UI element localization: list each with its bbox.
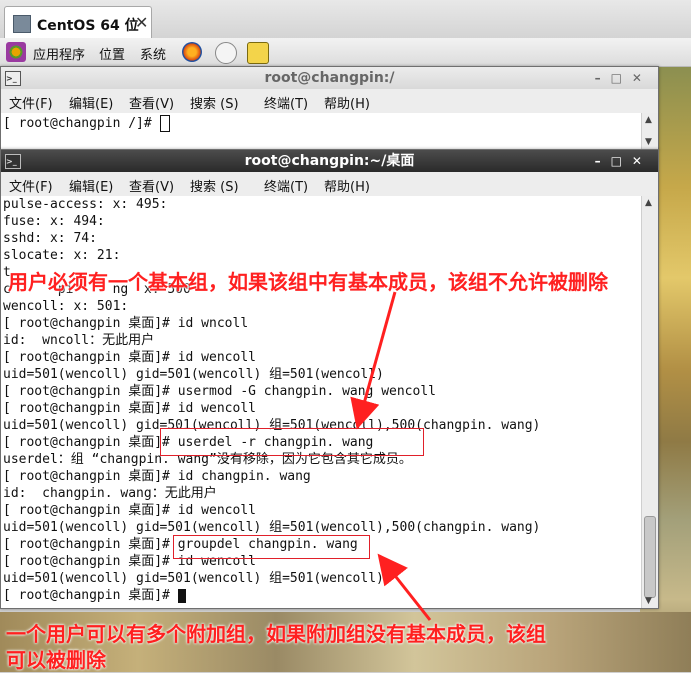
back-terminal-menubar: 文件(F) 编辑(E) 查看(V) 搜索 (S) 终端(T) 帮助(H) xyxy=(1,89,658,114)
terminal-line: [ root@changpin 桌面]# id changpin. wang xyxy=(3,469,311,484)
terminal-line: [ root@changpin /]# xyxy=(3,115,170,132)
vm-icon xyxy=(13,15,31,33)
terminal-line: fuse: x: 494: xyxy=(3,214,105,229)
terminal-line: [ root@changpin 桌面]# id wencoll xyxy=(3,350,256,365)
mail-clock-icon[interactable] xyxy=(215,42,237,64)
scroll-down-icon[interactable]: ▼ xyxy=(645,137,652,147)
gnome-foot-icon xyxy=(6,42,26,62)
terminal-line: [ root@changpin 桌面]# id wencoll xyxy=(3,503,256,518)
window-controls[interactable]: –□✕ xyxy=(595,150,652,172)
scrollbar-thumb[interactable] xyxy=(644,516,656,598)
highlight-box-groupdel xyxy=(173,535,370,559)
annotation-bottom-line1: 一个用户可以有多个附加组，如果附加组没有基本成员，该组 xyxy=(6,622,546,646)
menu-view[interactable]: 查看(V) xyxy=(129,176,174,195)
terminal-line: wencoll: x: 501: xyxy=(3,299,129,314)
terminal-line: sshd: x: 74: xyxy=(3,231,97,246)
terminal-line: id: changpin. wang：无此用户 xyxy=(3,486,217,501)
menu-search[interactable]: 搜索 (S) xyxy=(190,176,239,195)
menu-search[interactable]: 搜索 (S) xyxy=(190,93,239,112)
menu-file[interactable]: 文件(F) xyxy=(9,93,53,112)
annotation-top: 用户必须有一个基本组，如果该组中有基本成员，该组不允许被删除 xyxy=(8,270,608,294)
menu-help[interactable]: 帮助(H) xyxy=(324,93,370,112)
scroll-down-icon[interactable]: ▼ xyxy=(645,596,652,606)
scroll-up-icon[interactable]: ▲ xyxy=(645,115,652,125)
menu-system[interactable]: 系统 xyxy=(140,44,166,63)
terminal-line: uid=501(wencoll) gid=501(wencoll) 组=501(… xyxy=(3,367,384,382)
terminal-line: [ root@changpin 桌面]# id wncoll xyxy=(3,316,249,331)
back-terminal-window[interactable]: >_ root@changpin:/ –□✕ 文件(F) 编辑(E) 查看(V)… xyxy=(0,66,659,150)
menu-places[interactable]: 位置 xyxy=(99,44,125,63)
back-terminal-title: root@changpin:/ xyxy=(264,70,395,86)
terminal-line: [ root@changpin 桌面]# xyxy=(3,587,186,604)
cursor xyxy=(159,115,170,132)
vm-tab-bar: CentOS 64 位 ✕ xyxy=(0,0,691,39)
terminal-icon: >_ xyxy=(5,71,21,86)
vm-tab-title: CentOS 64 位 xyxy=(37,18,139,34)
firefox-icon[interactable] xyxy=(182,42,202,62)
front-terminal-titlebar[interactable]: >_ root@changpin:~/桌面 –□✕ xyxy=(1,150,658,172)
menu-file[interactable]: 文件(F) xyxy=(9,176,53,195)
gnome-top-panel: 应用程序 位置 系统 xyxy=(0,38,691,67)
close-icon[interactable]: ✕ xyxy=(135,13,148,32)
terminal-line: uid=501(wencoll) gid=501(wencoll) 组=501(… xyxy=(3,520,541,535)
menu-edit[interactable]: 编辑(E) xyxy=(69,176,113,195)
menu-applications[interactable]: 应用程序 xyxy=(33,44,85,63)
terminal-line: [ root@changpin 桌面]# usermod -G changpin… xyxy=(3,384,436,399)
back-terminal-screen[interactable]: [ root@changpin /]# xyxy=(1,113,642,149)
back-terminal-scrollbar[interactable]: ▲ ▼ xyxy=(641,113,658,149)
terminal-line: pulse-access: x: 495: xyxy=(3,197,168,212)
terminal-line: [ root@changpin 桌面]# id wencoll xyxy=(3,401,256,416)
menu-edit[interactable]: 编辑(E) xyxy=(69,93,113,112)
menu-terminal[interactable]: 终端(T) xyxy=(264,176,308,195)
vm-tab[interactable]: CentOS 64 位 ✕ xyxy=(4,6,152,39)
terminal-line: slocate: x: 21: xyxy=(3,248,121,263)
notepad-icon[interactable] xyxy=(247,42,269,64)
front-terminal-title: root@changpin:~/桌面 xyxy=(244,153,415,169)
menu-help[interactable]: 帮助(H) xyxy=(324,176,370,195)
scroll-up-icon[interactable]: ▲ xyxy=(645,198,652,208)
menu-terminal[interactable]: 终端(T) xyxy=(264,93,308,112)
back-terminal-titlebar[interactable]: >_ root@changpin:/ –□✕ xyxy=(1,67,658,89)
annotation-bottom-line2: 可以被删除 xyxy=(6,648,106,672)
window-controls[interactable]: –□✕ xyxy=(595,67,652,89)
front-terminal-scrollbar[interactable]: ▲ ▼ xyxy=(641,196,658,608)
terminal-icon: >_ xyxy=(5,154,21,169)
highlight-box-userdel xyxy=(160,428,424,456)
menu-view[interactable]: 查看(V) xyxy=(129,93,174,112)
cursor xyxy=(177,588,186,603)
front-terminal-menubar: 文件(F) 编辑(E) 查看(V) 搜索 (S) 终端(T) 帮助(H) xyxy=(1,172,658,197)
terminal-line: id: wncoll：无此用户 xyxy=(3,333,155,348)
terminal-line: uid=501(wencoll) gid=501(wencoll) 组=501(… xyxy=(3,571,384,586)
